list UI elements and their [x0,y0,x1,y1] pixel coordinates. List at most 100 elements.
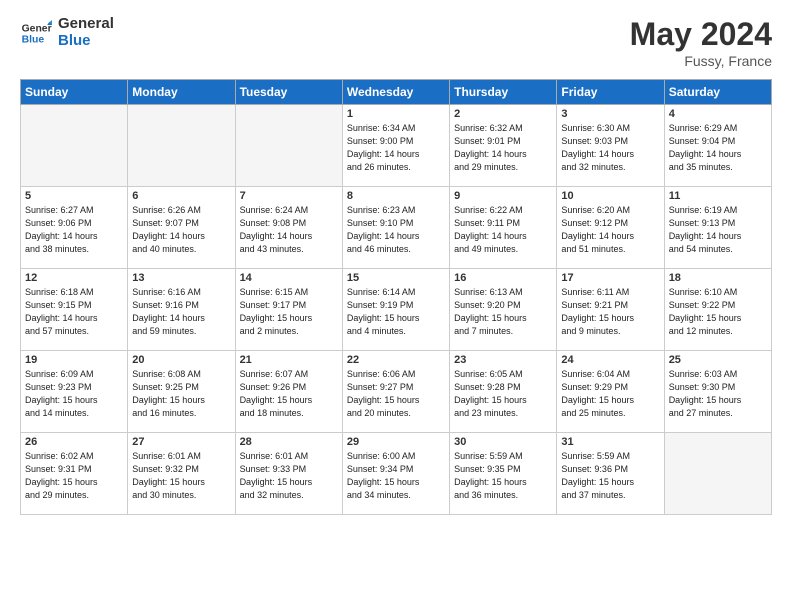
day-number: 10 [561,190,659,202]
day-number: 26 [25,436,123,448]
calendar-cell: 20 Sunrise: 6:08 AMSunset: 9:25 PMDayligh… [128,351,235,433]
calendar-cell: 5 Sunrise: 6:27 AMSunset: 9:06 PMDaylight… [21,187,128,269]
day-info: Sunrise: 6:13 AMSunset: 9:20 PMDaylight:… [454,286,552,338]
day-number: 12 [25,272,123,284]
day-info: Sunrise: 6:29 AMSunset: 9:04 PMDaylight:… [669,122,767,174]
svg-text:General: General [22,23,52,34]
day-number: 1 [347,108,445,120]
day-number: 7 [240,190,338,202]
day-number: 5 [25,190,123,202]
day-info: Sunrise: 5:59 AMSunset: 9:35 PMDaylight:… [454,450,552,502]
logo-blue: Blue [58,33,114,50]
calendar-cell: 15Sunrise: 6:14 AMSunset: 9:19 PMDayligh… [342,269,449,351]
calendar-table: Sunday Monday Tuesday Wednesday Thursday… [20,79,772,515]
col-tuesday: Tuesday [235,80,342,105]
day-number: 3 [561,108,659,120]
title-block: May 2024 Fussy, France [630,16,772,69]
day-info: Sunrise: 6:09 AMSunset: 9:23 PMDaylight:… [25,368,123,420]
day-info: Sunrise: 6:01 AMSunset: 9:32 PMDaylight:… [132,450,230,502]
day-info: Sunrise: 6:02 AMSunset: 9:31 PMDaylight:… [25,450,123,502]
day-number: 17 [561,272,659,284]
week-row-1: 5 Sunrise: 6:27 AMSunset: 9:06 PMDaylight… [21,187,772,269]
day-number: 6 [132,190,230,202]
day-info: Sunrise: 6:27 AMSunset: 9:06 PMDaylight:… [25,204,123,256]
day-info: Sunrise: 6:16 AMSunset: 9:16 PMDaylight:… [132,286,230,338]
day-number: 11 [669,190,767,202]
day-number: 23 [454,354,552,366]
day-number: 24 [561,354,659,366]
calendar-cell: 12 Sunrise: 6:18 AMSunset: 9:15 PMDayligh… [21,269,128,351]
day-info: Sunrise: 6:18 AMSunset: 9:15 PMDaylight:… [25,286,123,338]
day-info: Sunrise: 6:01 AMSunset: 9:33 PMDaylight:… [240,450,338,502]
calendar-cell: 8Sunrise: 6:23 AMSunset: 9:10 PMDaylight… [342,187,449,269]
col-sunday: Sunday [21,80,128,105]
day-info: Sunrise: 6:04 AMSunset: 9:29 PMDaylight:… [561,368,659,420]
day-info: Sunrise: 6:22 AMSunset: 9:11 PMDaylight:… [454,204,552,256]
day-info: Sunrise: 6:23 AMSunset: 9:10 PMDaylight:… [347,204,445,256]
day-info: Sunrise: 6:08 AMSunset: 9:25 PMDaylight:… [132,368,230,420]
calendar-cell: 13 Sunrise: 6:16 AMSunset: 9:16 PMDayligh… [128,269,235,351]
calendar-cell: 30Sunrise: 5:59 AMSunset: 9:35 PMDayligh… [450,433,557,515]
month-title: May 2024 [630,16,772,53]
week-row-0: 1 Sunrise: 6:34 AMSunset: 9:00 PMDaylight… [21,105,772,187]
day-number: 16 [454,272,552,284]
svg-text:Blue: Blue [22,34,45,45]
calendar-cell [664,433,771,515]
day-info: Sunrise: 6:11 AMSunset: 9:21 PMDaylight:… [561,286,659,338]
day-number: 29 [347,436,445,448]
logo-general: General [58,16,114,33]
day-info: Sunrise: 6:24 AMSunset: 9:08 PMDaylight:… [240,204,338,256]
calendar-cell: 16 Sunrise: 6:13 AMSunset: 9:20 PMDayligh… [450,269,557,351]
day-number: 18 [669,272,767,284]
calendar-cell: 18 Sunrise: 6:10 AMSunset: 9:22 PMDayligh… [664,269,771,351]
day-info: Sunrise: 6:10 AMSunset: 9:22 PMDaylight:… [669,286,767,338]
calendar-cell: 7 Sunrise: 6:24 AMSunset: 9:08 PMDaylight… [235,187,342,269]
week-row-4: 26 Sunrise: 6:02 AMSunset: 9:31 PMDayligh… [21,433,772,515]
day-info: Sunrise: 5:59 AMSunset: 9:36 PMDaylight:… [561,450,659,502]
calendar-cell: 29 Sunrise: 6:00 AMSunset: 9:34 PMDayligh… [342,433,449,515]
header: General Blue General Blue May 2024 Fussy… [20,16,772,69]
calendar-cell: 10 Sunrise: 6:20 AMSunset: 9:12 PMDayligh… [557,187,664,269]
calendar-cell: 27 Sunrise: 6:01 AMSunset: 9:32 PMDayligh… [128,433,235,515]
day-info: Sunrise: 6:20 AMSunset: 9:12 PMDaylight:… [561,204,659,256]
day-number: 21 [240,354,338,366]
calendar-cell: 3 Sunrise: 6:30 AMSunset: 9:03 PMDaylight… [557,105,664,187]
calendar-cell: 25 Sunrise: 6:03 AMSunset: 9:30 PMDayligh… [664,351,771,433]
day-number: 20 [132,354,230,366]
calendar-cell: 19Sunrise: 6:09 AMSunset: 9:23 PMDayligh… [21,351,128,433]
page: General Blue General Blue May 2024 Fussy… [0,0,792,612]
day-number: 27 [132,436,230,448]
day-info: Sunrise: 6:00 AMSunset: 9:34 PMDaylight:… [347,450,445,502]
calendar-cell: 17 Sunrise: 6:11 AMSunset: 9:21 PMDayligh… [557,269,664,351]
calendar-cell: 9 Sunrise: 6:22 AMSunset: 9:11 PMDaylight… [450,187,557,269]
day-info: Sunrise: 6:03 AMSunset: 9:30 PMDaylight:… [669,368,767,420]
col-monday: Monday [128,80,235,105]
day-info: Sunrise: 6:30 AMSunset: 9:03 PMDaylight:… [561,122,659,174]
week-row-3: 19Sunrise: 6:09 AMSunset: 9:23 PMDayligh… [21,351,772,433]
calendar-cell [21,105,128,187]
calendar-cell: 22Sunrise: 6:06 AMSunset: 9:27 PMDayligh… [342,351,449,433]
week-row-2: 12 Sunrise: 6:18 AMSunset: 9:15 PMDayligh… [21,269,772,351]
col-friday: Friday [557,80,664,105]
calendar-cell: 4 Sunrise: 6:29 AMSunset: 9:04 PMDaylight… [664,105,771,187]
day-number: 2 [454,108,552,120]
day-info: Sunrise: 6:05 AMSunset: 9:28 PMDaylight:… [454,368,552,420]
calendar-cell: 6Sunrise: 6:26 AMSunset: 9:07 PMDaylight… [128,187,235,269]
day-info: Sunrise: 6:14 AMSunset: 9:19 PMDaylight:… [347,286,445,338]
calendar-cell: 11 Sunrise: 6:19 AMSunset: 9:13 PMDayligh… [664,187,771,269]
day-number: 13 [132,272,230,284]
calendar-cell: 14Sunrise: 6:15 AMSunset: 9:17 PMDayligh… [235,269,342,351]
day-info: Sunrise: 6:07 AMSunset: 9:26 PMDaylight:… [240,368,338,420]
day-number: 14 [240,272,338,284]
day-number: 28 [240,436,338,448]
calendar-cell [128,105,235,187]
day-info: Sunrise: 6:19 AMSunset: 9:13 PMDaylight:… [669,204,767,256]
day-number: 4 [669,108,767,120]
day-number: 25 [669,354,767,366]
header-row: Sunday Monday Tuesday Wednesday Thursday… [21,80,772,105]
day-info: Sunrise: 6:34 AMSunset: 9:00 PMDaylight:… [347,122,445,174]
location: Fussy, France [630,53,772,69]
day-number: 9 [454,190,552,202]
calendar-cell [235,105,342,187]
day-number: 31 [561,436,659,448]
